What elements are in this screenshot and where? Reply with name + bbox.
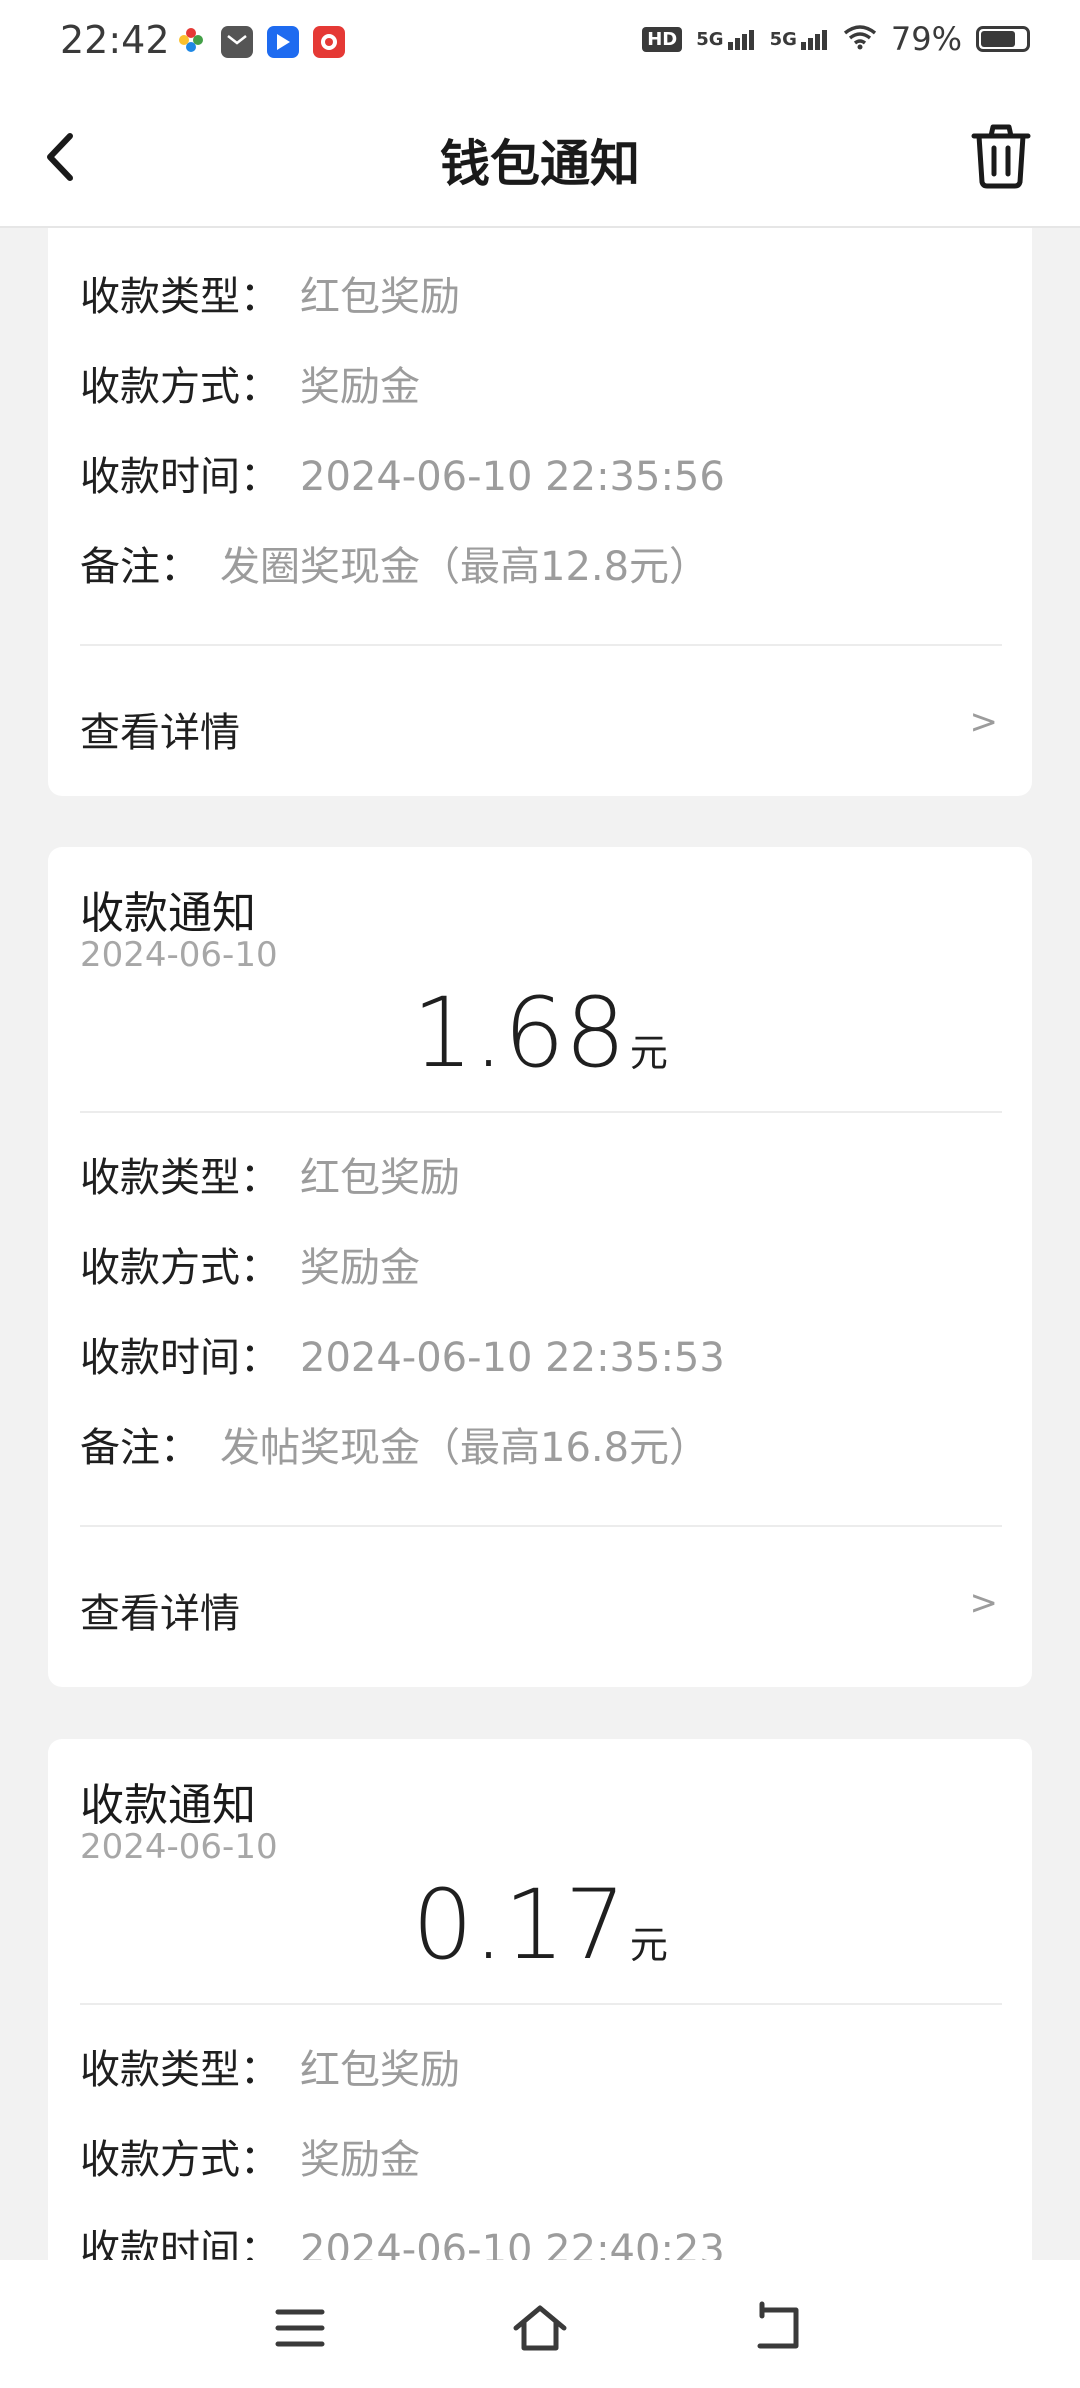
menu-button[interactable] bbox=[270, 2298, 330, 2358]
status-time: 22:42 bbox=[60, 18, 170, 62]
row-value: 奖励金 bbox=[300, 1245, 420, 1291]
row-label: 收款类型： bbox=[80, 2047, 280, 2093]
info-row: 收款时间： 2024-06-10 22:35:56 bbox=[80, 444, 725, 502]
back-icon bbox=[757, 2301, 799, 2349]
card-title: 收款通知 bbox=[80, 888, 256, 939]
battery-fill bbox=[981, 31, 1015, 47]
row-label: 备注： bbox=[80, 544, 200, 590]
chevron-right-icon: > bbox=[969, 702, 999, 742]
row-value: 红包奖励 bbox=[300, 2047, 460, 2093]
row-value: 2024-06-10 22:35:56 bbox=[300, 454, 725, 500]
card-title: 收款通知 bbox=[80, 1780, 256, 1831]
row-label: 收款类型： bbox=[80, 274, 280, 320]
status-bar: 22:42 HD 5G 5G 79% bbox=[0, 0, 1080, 86]
row-label: 收款方式： bbox=[80, 1245, 280, 1291]
info-row: 备注： 发圈奖现金（最高12.8元） bbox=[80, 534, 709, 592]
notification-card: 收款通知 2024-06-10 1.68 元 收款类型： 红包奖励 收款方式： 奖励金… bbox=[48, 847, 1032, 1687]
home-icon bbox=[513, 2305, 567, 2351]
signal-icon-2: 5G bbox=[770, 28, 829, 50]
divider bbox=[80, 1525, 1002, 1527]
home-button[interactable] bbox=[510, 2298, 570, 2358]
view-details-label: 查看详情 bbox=[80, 710, 240, 756]
hd-icon: HD bbox=[642, 26, 683, 52]
info-row: 收款类型： 红包奖励 bbox=[80, 1145, 460, 1203]
amount: 0.17 元 bbox=[48, 1869, 1032, 1981]
row-label: 收款方式： bbox=[80, 2137, 280, 2183]
info-row: 收款类型： 红包奖励 bbox=[80, 264, 460, 322]
info-row: 收款方式： 奖励金 bbox=[80, 1235, 420, 1293]
video-app-icon bbox=[267, 26, 299, 58]
delete-button[interactable] bbox=[964, 118, 1038, 192]
navigation-bar: 钱包通知 bbox=[0, 86, 1080, 228]
info-row: 收款方式： 奖励金 bbox=[80, 354, 420, 412]
menu-icon bbox=[275, 2309, 325, 2347]
notification-card: 收款通知 2024-06-10 0.17 元 收款类型： 红包奖励 收款方式： 奖励金… bbox=[48, 1739, 1032, 2260]
shopping-app-icon bbox=[313, 26, 345, 58]
row-value: 红包奖励 bbox=[300, 274, 460, 320]
system-navigation-bar bbox=[0, 2260, 1080, 2388]
row-value: 发帖奖现金（最高16.8元） bbox=[220, 1425, 710, 1471]
row-label: 收款时间： bbox=[80, 454, 280, 500]
amount-unit: 元 bbox=[629, 1031, 668, 1075]
page-title: 钱包通知 bbox=[440, 135, 640, 193]
pinwheel-app-icon bbox=[175, 24, 207, 60]
info-row: 收款类型： 红包奖励 bbox=[80, 2037, 460, 2095]
trash-icon bbox=[971, 124, 1031, 189]
view-details-link[interactable]: 查看详情 > bbox=[80, 686, 1002, 766]
wifi-icon bbox=[843, 20, 877, 58]
amount-value: 0.17 bbox=[412, 1869, 626, 1981]
mail-app-icon bbox=[221, 26, 253, 58]
row-label: 收款时间： bbox=[80, 2227, 280, 2260]
amount-unit: 元 bbox=[629, 1923, 668, 1967]
divider bbox=[80, 1111, 1002, 1113]
chevron-right-icon: > bbox=[969, 1583, 999, 1623]
row-value: 2024-06-10 22:35:53 bbox=[300, 1335, 725, 1381]
row-value: 奖励金 bbox=[300, 2137, 420, 2183]
amount: 1.68 元 bbox=[48, 977, 1032, 1089]
back-nav-button[interactable] bbox=[750, 2298, 810, 2358]
battery-percent: 79% bbox=[890, 20, 962, 58]
signal-icon: 5G bbox=[696, 28, 755, 50]
row-label: 收款方式： bbox=[80, 364, 280, 410]
notification-list[interactable]: 收款类型： 红包奖励 收款方式： 奖励金 收款时间： 2024-06-10 22:35… bbox=[0, 228, 1080, 2260]
view-details-label: 查看详情 bbox=[80, 1591, 240, 1637]
view-details-link[interactable]: 查看详情 > bbox=[80, 1567, 1002, 1647]
battery-icon bbox=[976, 26, 1030, 52]
row-value: 发圈奖现金（最高12.8元） bbox=[220, 544, 710, 590]
row-label: 收款类型： bbox=[80, 1155, 280, 1201]
divider bbox=[80, 2003, 1002, 2005]
row-value: 红包奖励 bbox=[300, 1155, 460, 1201]
row-value: 奖励金 bbox=[300, 364, 420, 410]
row-value: 2024-06-10 22:40:23 bbox=[300, 2227, 725, 2260]
card-date: 2024-06-10 bbox=[80, 1827, 278, 1867]
signal-label-1: 5G bbox=[696, 29, 724, 50]
row-label: 收款时间： bbox=[80, 1335, 280, 1381]
row-label: 备注： bbox=[80, 1425, 200, 1471]
info-row: 收款时间： 2024-06-10 22:40:23 bbox=[80, 2217, 725, 2260]
info-row: 收款方式： 奖励金 bbox=[80, 2127, 420, 2185]
amount-value: 1.68 bbox=[412, 977, 626, 1089]
info-row: 备注： 发帖奖现金（最高16.8元） bbox=[80, 1415, 709, 1473]
card-date: 2024-06-10 bbox=[80, 935, 278, 975]
info-row: 收款时间： 2024-06-10 22:35:53 bbox=[80, 1325, 725, 1383]
status-right: HD 5G 5G 79% bbox=[642, 20, 1030, 58]
divider bbox=[80, 644, 1002, 646]
notification-card: 收款类型： 红包奖励 收款方式： 奖励金 收款时间： 2024-06-10 22:35… bbox=[48, 228, 1032, 796]
notification-icons bbox=[175, 24, 345, 60]
signal-label-2: 5G bbox=[769, 29, 797, 50]
